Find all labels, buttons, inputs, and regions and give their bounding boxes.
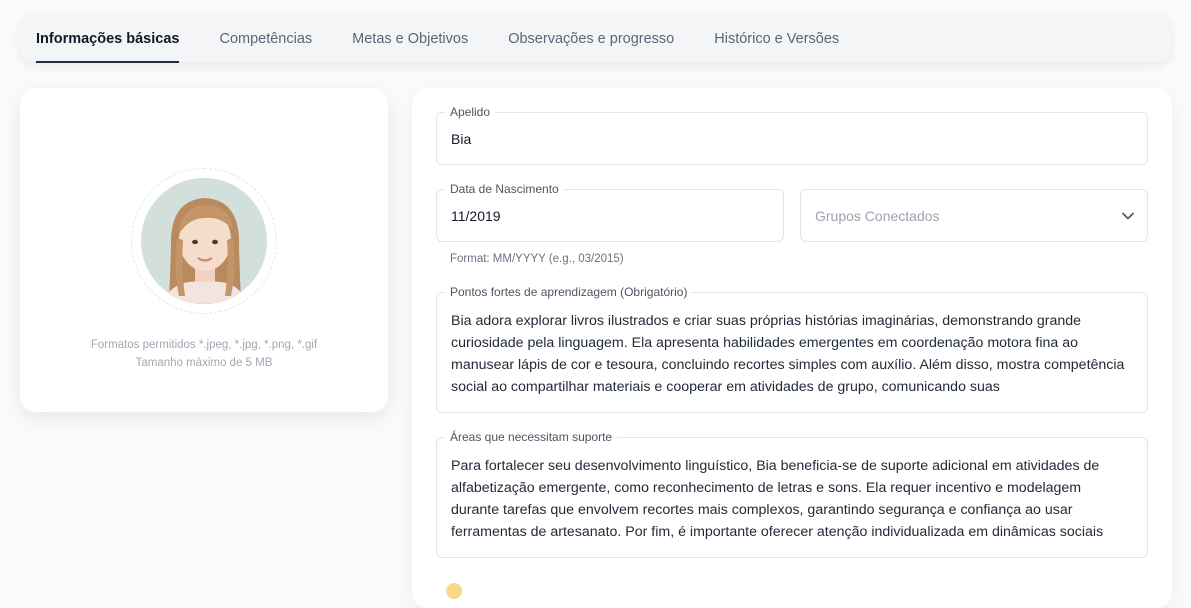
form-card: Apelido Bia Data de Nascimento 11/2019 G… bbox=[412, 88, 1172, 608]
support-label: Áreas que necessitam suporte bbox=[445, 429, 618, 445]
allowed-formats-text: Formatos permitidos *.jpeg, *.jpg, *.png… bbox=[90, 339, 318, 351]
avatar-upload[interactable] bbox=[131, 168, 277, 314]
status-indicator-icon bbox=[446, 583, 462, 599]
groups-select[interactable]: Grupos Conectados bbox=[800, 189, 1148, 242]
tab-basic-info[interactable]: Informações básicas bbox=[36, 14, 180, 63]
avatar bbox=[141, 178, 267, 304]
birthdate-value: 11/2019 bbox=[451, 208, 501, 224]
support-text: Para fortalecer seu desenvolvimento ling… bbox=[451, 458, 1104, 540]
birthdate-field[interactable]: Data de Nascimento 11/2019 bbox=[436, 181, 784, 242]
strengths-text: Bia adora explorar livros ilustrados e c… bbox=[451, 313, 1125, 395]
tab-bar: Informações básicas Competências Metas e… bbox=[20, 14, 1171, 63]
max-size-text: Tamanho máximo de 5 MB bbox=[135, 357, 273, 369]
birthdate-label: Data de Nascimento bbox=[445, 181, 564, 197]
tab-observations[interactable]: Observações e progresso bbox=[508, 14, 674, 62]
strengths-textarea[interactable]: Pontos fortes de aprendizagem (Obrigatór… bbox=[436, 284, 1148, 413]
birthdate-helper: Format: MM/YYYY (e.g., 03/2015) bbox=[450, 253, 624, 265]
nickname-value: Bia bbox=[451, 131, 472, 147]
strengths-label: Pontos fortes de aprendizagem (Obrigatór… bbox=[445, 284, 693, 300]
support-textarea[interactable]: Áreas que necessitam suporte Para fortal… bbox=[436, 429, 1148, 558]
chevron-down-icon bbox=[1122, 212, 1134, 220]
nickname-label: Apelido bbox=[445, 104, 496, 120]
avatar-card: Formatos permitidos *.jpeg, *.jpg, *.png… bbox=[20, 88, 388, 412]
tab-goals[interactable]: Metas e Objetivos bbox=[352, 14, 468, 62]
nickname-field[interactable]: Apelido Bia bbox=[436, 104, 1148, 165]
groups-placeholder: Grupos Conectados bbox=[815, 208, 940, 224]
tab-history[interactable]: Histórico e Versões bbox=[714, 14, 839, 62]
tab-competencies[interactable]: Competências bbox=[219, 14, 312, 62]
